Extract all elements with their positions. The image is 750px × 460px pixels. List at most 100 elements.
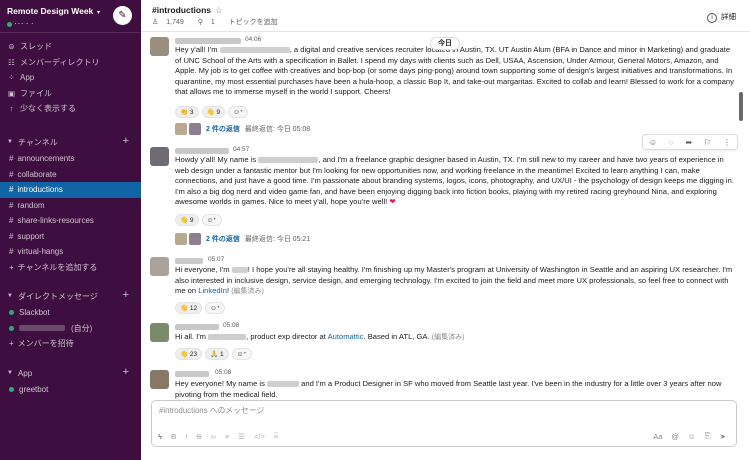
reaction-chip[interactable]: 👋 9 [175,214,199,226]
redacted-name [219,47,290,53]
sender-name-redacted[interactable] [175,258,203,264]
thread-summary[interactable]: 2 件の返信 最終返信: 今日 05:08 [175,123,310,135]
sidebar-item-directory[interactable]: ☷ メンバーディレクトリ [0,55,141,71]
add-reaction-button[interactable]: ☺⁺ [201,214,222,226]
message-composer: ϟ B I S ∞ ≡ ☰ </> ⌸ Aa @ ☺ ⎘ ➤ [151,400,737,447]
channels-header[interactable]: ▼ チャンネル + [0,133,141,151]
message-time[interactable]: 04:06 [245,36,261,43]
avatar[interactable] [150,37,169,56]
channel-header: #introductions ☆ ♙ 1,749 ⚲ 1 トピックを追加 i 詳細 [141,0,750,32]
day-divider[interactable]: 今日 [430,37,460,50]
mention-icon[interactable]: @ [671,432,679,441]
sidebar-item-apps[interactable]: ⁘ App [0,70,141,86]
pins-count-value: 1 [210,19,215,26]
reply-count[interactable]: 2 件の返信 [206,234,240,244]
add-topic-link[interactable]: トピックを追加 [229,19,278,26]
add-reaction-icon[interactable]: ☺ [649,138,657,147]
avatar[interactable] [150,257,169,276]
message-time[interactable]: 05:08 [215,369,231,376]
add-channel-icon[interactable]: + [123,135,129,147]
workspace-name-row[interactable]: Remote Design Week ▾ [7,6,100,16]
reaction-emoji: 👏 [180,109,189,116]
add-reaction-button[interactable]: ☺⁺ [205,302,226,314]
message-input[interactable] [159,406,719,415]
channel-support[interactable]: # support [0,229,141,245]
sender-name-redacted[interactable] [175,148,229,154]
members-count[interactable]: ♙ 1,749 [152,19,190,26]
add-dm-icon[interactable]: + [123,289,129,301]
ordered-list-icon[interactable]: ≡ [225,432,229,441]
avatar[interactable] [150,323,169,342]
channel-virtual-hangs[interactable]: # virtual-hangs [0,244,141,260]
star-icon[interactable]: ☆ [215,5,223,15]
message-time[interactable]: 04:57 [233,146,249,153]
add-reaction-button[interactable]: ☺⁺ [228,106,249,118]
sidebar-item-label: メンバーディレクトリ [20,57,100,67]
share-icon[interactable]: ➦ [686,138,693,147]
reaction-chip[interactable]: 👏 3 [175,106,199,118]
dm-header[interactable]: ▼ ダイレクトメッセージ + [0,287,141,305]
link-icon[interactable]: ∞ [211,432,216,441]
presence-icon [7,21,12,27]
app-header[interactable]: ▼ App + [0,364,141,382]
dm-slackbot[interactable]: Slackbot [0,305,141,321]
sender-name-redacted[interactable] [175,38,241,44]
channel-collaborate[interactable]: # collaborate [0,167,141,183]
avatar[interactable] [150,147,169,166]
channel-label: random [17,200,45,210]
reply-thread-icon[interactable]: ◌ [669,138,674,147]
bold-icon[interactable]: B [171,432,176,441]
code-block-icon[interactable]: ⌸ [274,431,279,441]
channel-random[interactable]: # random [0,198,141,214]
message-time[interactable]: 05:08 [223,322,239,329]
sidebar-item-threads[interactable]: ⊜ スレッド [0,39,141,55]
sidebar-item-show-less[interactable]: ↑ 少なく表示する [0,101,141,117]
channel-introductions[interactable]: # introductions [0,182,141,198]
add-reaction-button[interactable]: ☺⁺ [231,348,252,360]
app-greetbot[interactable]: greetbot [0,382,141,398]
workspace-header[interactable]: Remote Design Week ▾ ･･･ ･ ･ ✎ [0,0,141,33]
sidebar-nav: ⊜ スレッド ☷ メンバーディレクトリ ⁘ App ▣ ファイル ↑ 少なく表示する [0,39,141,117]
invite-label: メンバーを招待 [17,339,74,349]
avatar[interactable] [150,370,169,389]
bullet-list-icon[interactable]: ☰ [238,432,245,441]
reaction-chip[interactable]: 🙏 1 [205,348,229,360]
add-app-icon[interactable]: + [123,366,129,378]
reactions: 👋 23 🙏 1 ☺⁺ [175,348,252,360]
channel-title[interactable]: #introductions ☆ [152,5,223,16]
emoji-icon[interactable]: ☺ [688,432,696,441]
dm-self[interactable]: (自分) [0,321,141,337]
thread-summary[interactable]: 2 件の返信 最終返信: 今日 05:21 [175,233,310,245]
automattic-link[interactable]: Automattic [328,332,364,341]
text-format-icon[interactable]: Aa [653,432,662,441]
send-icon[interactable]: ➤ [720,432,726,441]
details-button[interactable]: i 詳細 [707,11,736,23]
reactions: 👋 9 ☺⁺ [175,214,222,226]
user-status-text: ･･･ ･ ･ [14,21,34,28]
reply-count[interactable]: 2 件の返信 [206,124,240,134]
attach-icon[interactable]: ⎘ [705,431,711,441]
add-channel-button[interactable]: + チャンネルを追加する [0,260,141,276]
compose-button[interactable]: ✎ [113,6,132,25]
italic-icon[interactable]: I [185,432,187,441]
scrollbar[interactable] [739,92,743,121]
strike-icon[interactable]: S [197,432,202,441]
sidebar-item-files[interactable]: ▣ ファイル [0,86,141,102]
more-icon[interactable]: ⋮ [723,138,731,147]
linkedin-link[interactable]: LinkedIn [198,286,227,295]
pins-count[interactable]: ⚲ 1 [198,19,221,26]
shortcuts-icon[interactable]: ϟ [158,432,162,441]
channel-share-links-resources[interactable]: # share-links-resources [0,213,141,229]
bookmark-icon[interactable]: ⚐ [704,138,711,147]
reaction-chip[interactable]: 👋 12 [175,302,203,314]
reaction-chip[interactable]: 👋 23 [175,348,203,360]
sender-name-redacted[interactable] [175,371,209,377]
invite-members-button[interactable]: + メンバーを招待 [0,336,141,352]
code-icon[interactable]: </> [254,432,265,441]
reaction-emoji: 👋 [180,217,189,224]
add-reaction-icon: ☺⁺ [210,305,221,312]
message-time[interactable]: 05:07 [208,256,224,263]
channel-announcements[interactable]: # announcements [0,151,141,167]
reaction-chip[interactable]: 👋 9 [201,106,226,118]
sender-name-redacted[interactable] [175,324,219,330]
